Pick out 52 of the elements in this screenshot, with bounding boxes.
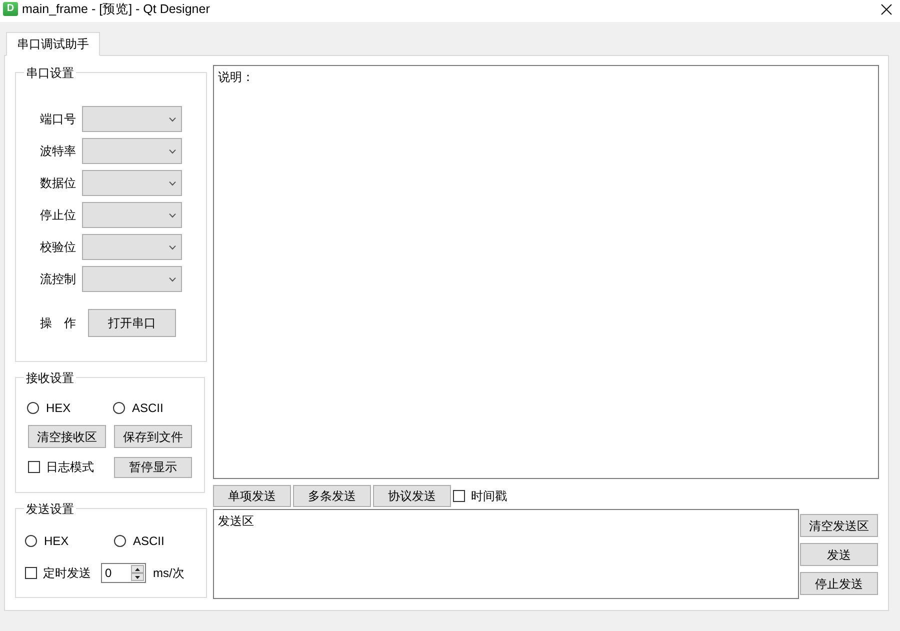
chevron-down-icon — [169, 276, 176, 282]
tab[interactable]: 串口调试助手 — [6, 32, 100, 56]
receive-text-area[interactable]: 说明： — [213, 65, 879, 479]
checkbox[interactable] — [28, 461, 40, 473]
field-label: 停止位 — [40, 207, 76, 223]
group-title: 发送设置 — [24, 501, 76, 517]
radio-label[interactable]: ASCII — [133, 533, 164, 549]
checkbox-label[interactable]: 时间戳 — [471, 488, 507, 504]
app-logo: D — [3, 2, 18, 16]
field-label: 流控制 — [40, 271, 76, 287]
decrement-button[interactable] — [131, 573, 144, 581]
radio-label[interactable]: HEX — [44, 533, 69, 549]
close-icon[interactable] — [881, 4, 892, 15]
radio-button[interactable] — [25, 535, 37, 547]
chevron-down-icon — [169, 244, 176, 250]
chevron-down-icon — [169, 116, 176, 122]
save-file-button[interactable]: 保存到文件 — [114, 425, 192, 448]
radio-label[interactable]: HEX — [46, 400, 71, 416]
caret-down-icon — [135, 576, 140, 578]
radio-button[interactable] — [113, 402, 125, 414]
send-button[interactable]: 发送 — [800, 543, 878, 566]
field-label: 波特率 — [40, 143, 76, 159]
send-text-area[interactable]: 发送区 — [213, 509, 799, 599]
chevron-down-icon — [169, 148, 176, 154]
increment-button[interactable] — [131, 565, 144, 573]
send-mode-button[interactable]: 单项发送 — [213, 485, 291, 507]
chevron-down-icon — [169, 212, 176, 218]
radio-button[interactable] — [27, 402, 39, 414]
checkbox-label[interactable]: 定时发送 — [43, 565, 91, 581]
chevron-down-icon — [169, 180, 176, 186]
field-label: 数据位 — [40, 175, 76, 191]
open-port-button[interactable]: 打开串口 — [88, 309, 176, 337]
send-mode-button[interactable]: 协议发送 — [373, 485, 451, 507]
checkbox[interactable] — [453, 490, 465, 502]
caret-up-icon — [135, 568, 140, 570]
radio-label[interactable]: ASCII — [132, 400, 164, 416]
field-label: 操 作 — [40, 315, 76, 331]
checkbox-label[interactable]: 日志模式 — [46, 459, 94, 475]
clear-send-button[interactable]: 清空发送区 — [800, 514, 878, 537]
unit-label: ms/次 — [153, 565, 184, 581]
window-title: main_frame - [预览] - Qt Designer — [22, 1, 211, 17]
spin-box[interactable]: 0 — [101, 563, 146, 583]
radio-button[interactable] — [114, 535, 126, 547]
stop-send-button[interactable]: 停止发送 — [800, 572, 878, 595]
field-label: 端口号 — [40, 111, 76, 127]
clear-receive-button[interactable]: 清空接收区 — [28, 425, 106, 448]
field-label: 校验位 — [40, 239, 76, 255]
send-mode-button[interactable]: 多条发送 — [293, 485, 371, 507]
checkbox[interactable] — [25, 567, 37, 579]
group-title: 串口设置 — [24, 65, 76, 81]
pause-display-button[interactable]: 暂停显示 — [114, 456, 192, 478]
group-title: 接收设置 — [24, 370, 76, 386]
